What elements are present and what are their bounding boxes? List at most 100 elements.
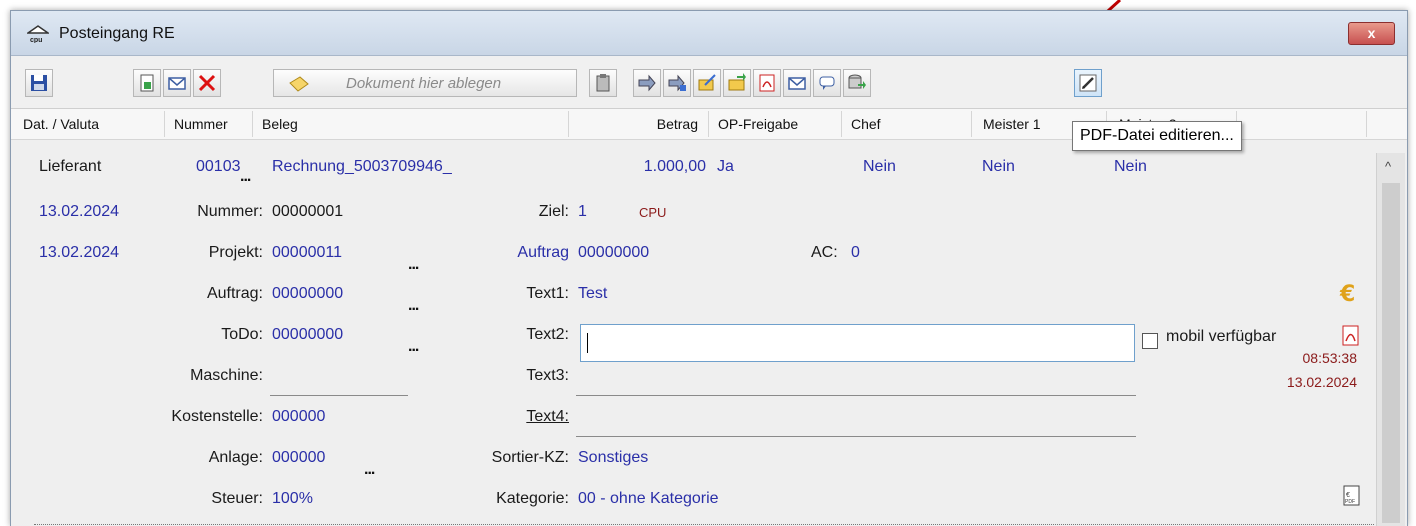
todo-lookup-button[interactable]: ... (408, 338, 419, 356)
folder-pencil-icon (698, 74, 716, 91)
record-type: Lieferant (39, 158, 102, 175)
pdf-button[interactable] (753, 69, 781, 97)
auftrag-label: Auftrag: (206, 285, 263, 302)
kostenstelle-label: Kostenstelle: (171, 408, 263, 425)
window-title: Posteingang RE (59, 25, 175, 42)
scroll-up-icon[interactable]: ^ (1385, 159, 1391, 174)
betrag-value: 1.000,00 (643, 158, 706, 175)
col-betrag[interactable]: Betrag (568, 116, 698, 132)
ziel-value[interactable]: 1 (578, 203, 587, 221)
maschine-label: Maschine: (190, 367, 263, 384)
clipboard-button[interactable] (589, 69, 617, 97)
database-arrow-icon (848, 74, 866, 89)
mail-button[interactable] (163, 69, 191, 97)
col-meister-1[interactable]: Meister 1 (983, 116, 1041, 132)
forward-plus-icon (668, 74, 686, 92)
col-chef[interactable]: Chef (851, 116, 881, 132)
comment-button[interactable] (813, 69, 841, 97)
auftrag2-label[interactable]: Auftrag (471, 244, 569, 262)
text4-label[interactable]: Text4: (471, 408, 569, 426)
svg-text:cpu: cpu (30, 37, 42, 43)
ac-label: AC: (811, 244, 838, 261)
new-document-icon (140, 74, 154, 92)
timestamp-date: 13.02.2024 (1286, 374, 1357, 390)
auftrag-lookup-button[interactable]: ... (408, 297, 419, 315)
folder-arrow-icon (728, 73, 746, 91)
kostenstelle-value[interactable]: 000000 (272, 408, 325, 426)
kategorie-value[interactable]: 00 - ohne Kategorie (578, 490, 719, 508)
envelope-icon (168, 77, 186, 90)
toolbar: Dokument hier ablegen (11, 56, 1407, 109)
sortier-label: Sortier-KZ: (491, 449, 569, 466)
mobil-label: mobil verfügbar (1166, 328, 1277, 345)
forward-plus-button[interactable] (663, 69, 691, 97)
svg-text:PDF: PDF (1345, 499, 1355, 505)
beleg-value[interactable]: Rechnung_5003709946_ (272, 158, 452, 176)
date-dat[interactable]: 13.02.2024 (39, 203, 119, 221)
op-freigabe-value[interactable]: Ja (717, 158, 734, 176)
title-bar: cpu Posteingang RE x (11, 11, 1407, 56)
text4-underline (576, 436, 1136, 437)
edit-pdf-button[interactable] (1074, 69, 1102, 97)
todo-value[interactable]: 00000000 (272, 326, 343, 344)
tooltip: PDF-Datei editieren... (1072, 121, 1242, 151)
timestamp-time: 08:53:38 (1302, 350, 1358, 366)
ziel-label: Ziel: (538, 203, 569, 220)
cpu-label: CPU (639, 205, 667, 220)
projekt-lookup-button[interactable]: ... (408, 256, 419, 274)
nummer-label: Nummer: (197, 203, 263, 220)
date-valuta[interactable]: 13.02.2024 (39, 244, 119, 262)
auftrag2-value[interactable]: 00000000 (578, 244, 649, 262)
app-logo-icon: cpu (27, 25, 49, 43)
pdf-document-icon[interactable]: € PDF (1343, 485, 1361, 507)
folder-edit-button[interactable] (693, 69, 721, 97)
col-nummer[interactable]: Nummer (174, 116, 228, 132)
supplier-lookup-button[interactable]: ... (240, 168, 251, 186)
todo-label: ToDo: (221, 326, 263, 343)
projekt-label: Projekt: (208, 244, 263, 261)
window: cpu Posteingang RE x Dokument hier ableg… (10, 10, 1408, 526)
auftrag-value[interactable]: 00000000 (272, 285, 343, 303)
col-op-freigabe[interactable]: OP-Freigabe (718, 116, 798, 132)
envelope-outline-icon (788, 77, 806, 90)
speech-bubble-icon (819, 76, 835, 90)
nummer-value: 00000001 (272, 203, 344, 220)
meister2-value[interactable]: Nein (1114, 158, 1147, 176)
vertical-scrollbar[interactable]: ^ (1376, 153, 1405, 526)
forward-button[interactable] (633, 69, 661, 97)
pdf-file-icon[interactable] (1341, 325, 1361, 347)
database-export-button[interactable] (843, 69, 871, 97)
document-drop-zone[interactable]: Dokument hier ablegen (273, 69, 577, 97)
anlage-lookup-button[interactable]: ... (364, 461, 375, 479)
text3-label: Text3: (526, 367, 569, 384)
chef-value[interactable]: Nein (863, 158, 896, 176)
col-dat-valuta[interactable]: Dat. / Valuta (23, 116, 99, 132)
folder-open-button[interactable] (723, 69, 751, 97)
anlage-value[interactable]: 000000 (272, 449, 325, 467)
meister1-value[interactable]: Nein (982, 158, 1015, 176)
text1-value[interactable]: Test (578, 285, 607, 303)
supplier-number[interactable]: 00103 (196, 158, 241, 176)
save-button[interactable] (25, 69, 53, 97)
svg-text:€: € (1346, 492, 1350, 499)
new-document-button[interactable] (133, 69, 161, 97)
steuer-label: Steuer: (211, 490, 263, 507)
envelope-drop-icon (289, 76, 309, 92)
close-button[interactable]: x (1348, 22, 1395, 45)
mail-send-button[interactable] (783, 69, 811, 97)
ac-value[interactable]: 0 (851, 244, 860, 262)
text1-label: Text1: (526, 285, 569, 302)
projekt-value[interactable]: 00000011 (272, 244, 342, 262)
anlage-label: Anlage: (208, 449, 263, 466)
kategorie-label: Kategorie: (496, 490, 569, 507)
delete-button[interactable] (193, 69, 221, 97)
forward-arrow-icon (638, 74, 656, 92)
edit-pdf-icon (1079, 74, 1097, 92)
mobil-checkbox[interactable] (1142, 333, 1158, 349)
text2-input[interactable] (580, 324, 1135, 362)
steuer-value[interactable]: 100% (272, 490, 313, 508)
sortier-value[interactable]: Sonstiges (578, 449, 648, 467)
scroll-thumb[interactable] (1382, 183, 1400, 523)
euro-icon[interactable]: € (1339, 281, 1361, 305)
col-beleg[interactable]: Beleg (262, 116, 298, 132)
